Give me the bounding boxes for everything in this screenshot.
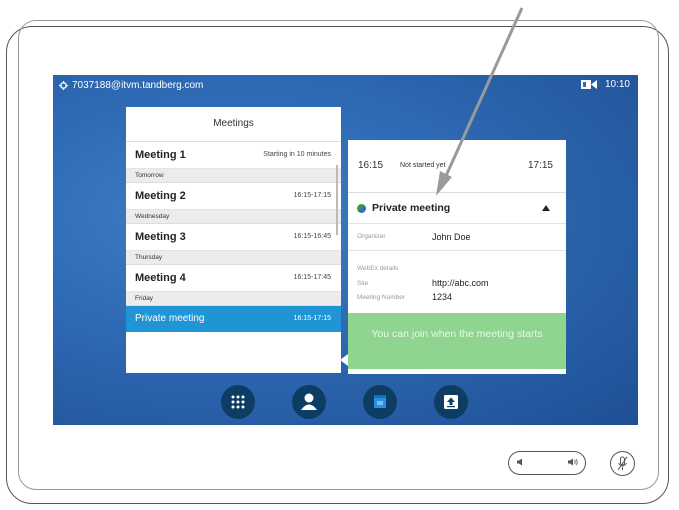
annotation-arrow <box>436 7 524 196</box>
